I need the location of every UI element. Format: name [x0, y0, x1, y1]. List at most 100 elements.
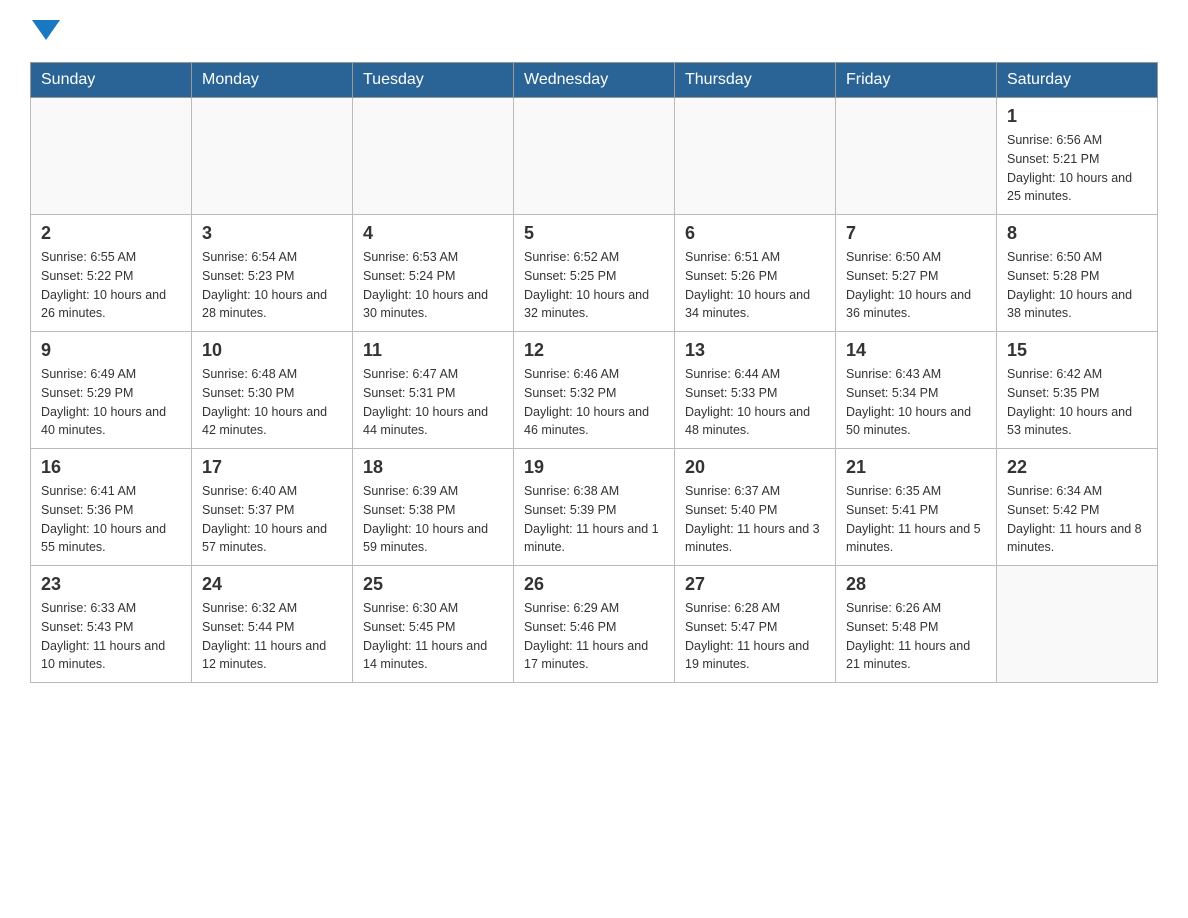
- calendar-cell: 22 Sunrise: 6:34 AM Sunset: 5:42 PM Dayli…: [997, 449, 1158, 566]
- day-info: Sunrise: 6:34 AM Sunset: 5:42 PM Dayligh…: [1007, 482, 1147, 557]
- calendar-cell: [353, 98, 514, 215]
- calendar-cell: 3 Sunrise: 6:54 AM Sunset: 5:23 PM Daylig…: [192, 215, 353, 332]
- day-info: Sunrise: 6:30 AM Sunset: 5:45 PM Dayligh…: [363, 599, 503, 674]
- day-number: 2: [41, 223, 181, 244]
- day-info: Sunrise: 6:52 AM Sunset: 5:25 PM Dayligh…: [524, 248, 664, 323]
- calendar-cell: 16 Sunrise: 6:41 AM Sunset: 5:36 PM Dayli…: [31, 449, 192, 566]
- day-number: 21: [846, 457, 986, 478]
- calendar-cell: [192, 98, 353, 215]
- day-number: 16: [41, 457, 181, 478]
- day-number: 14: [846, 340, 986, 361]
- day-info: Sunrise: 6:54 AM Sunset: 5:23 PM Dayligh…: [202, 248, 342, 323]
- weekday-header-thursday: Thursday: [675, 63, 836, 98]
- calendar-cell: 10 Sunrise: 6:48 AM Sunset: 5:30 PM Dayli…: [192, 332, 353, 449]
- weekday-header-tuesday: Tuesday: [353, 63, 514, 98]
- calendar-cell: [836, 98, 997, 215]
- calendar-cell: [514, 98, 675, 215]
- calendar-cell: 26 Sunrise: 6:29 AM Sunset: 5:46 PM Dayli…: [514, 566, 675, 683]
- weekday-header-friday: Friday: [836, 63, 997, 98]
- calendar-cell: 1Sunrise: 6:56 AM Sunset: 5:21 PM Daylig…: [997, 98, 1158, 215]
- calendar-cell: 2 Sunrise: 6:55 AM Sunset: 5:22 PM Daylig…: [31, 215, 192, 332]
- day-info: Sunrise: 6:42 AM Sunset: 5:35 PM Dayligh…: [1007, 365, 1147, 440]
- day-info: Sunrise: 6:50 AM Sunset: 5:27 PM Dayligh…: [846, 248, 986, 323]
- day-number: 6: [685, 223, 825, 244]
- day-number: 22: [1007, 457, 1147, 478]
- day-number: 20: [685, 457, 825, 478]
- calendar-cell: 28 Sunrise: 6:26 AM Sunset: 5:48 PM Dayli…: [836, 566, 997, 683]
- day-info: Sunrise: 6:50 AM Sunset: 5:28 PM Dayligh…: [1007, 248, 1147, 323]
- day-info: Sunrise: 6:40 AM Sunset: 5:37 PM Dayligh…: [202, 482, 342, 557]
- day-info: Sunrise: 6:38 AM Sunset: 5:39 PM Dayligh…: [524, 482, 664, 557]
- calendar-cell: 6 Sunrise: 6:51 AM Sunset: 5:26 PM Daylig…: [675, 215, 836, 332]
- day-info: Sunrise: 6:32 AM Sunset: 5:44 PM Dayligh…: [202, 599, 342, 674]
- day-number: 19: [524, 457, 664, 478]
- day-number: 17: [202, 457, 342, 478]
- day-number: 27: [685, 574, 825, 595]
- day-info: Sunrise: 6:48 AM Sunset: 5:30 PM Dayligh…: [202, 365, 342, 440]
- weekday-header-saturday: Saturday: [997, 63, 1158, 98]
- day-info: Sunrise: 6:44 AM Sunset: 5:33 PM Dayligh…: [685, 365, 825, 440]
- day-info: Sunrise: 6:49 AM Sunset: 5:29 PM Dayligh…: [41, 365, 181, 440]
- day-info: Sunrise: 6:39 AM Sunset: 5:38 PM Dayligh…: [363, 482, 503, 557]
- week-row-4: 23 Sunrise: 6:33 AM Sunset: 5:43 PM Dayli…: [31, 566, 1158, 683]
- weekday-header-sunday: Sunday: [31, 63, 192, 98]
- day-info: Sunrise: 6:37 AM Sunset: 5:40 PM Dayligh…: [685, 482, 825, 557]
- day-number: 18: [363, 457, 503, 478]
- logo-triangle-icon: [32, 20, 60, 40]
- day-info: Sunrise: 6:46 AM Sunset: 5:32 PM Dayligh…: [524, 365, 664, 440]
- day-number: 26: [524, 574, 664, 595]
- calendar-cell: 8 Sunrise: 6:50 AM Sunset: 5:28 PM Daylig…: [997, 215, 1158, 332]
- weekday-header-wednesday: Wednesday: [514, 63, 675, 98]
- day-info: Sunrise: 6:51 AM Sunset: 5:26 PM Dayligh…: [685, 248, 825, 323]
- day-info: Sunrise: 6:26 AM Sunset: 5:48 PM Dayligh…: [846, 599, 986, 674]
- weekday-header-monday: Monday: [192, 63, 353, 98]
- calendar-header-row: SundayMondayTuesdayWednesdayThursdayFrid…: [31, 63, 1158, 98]
- calendar-cell: 14Sunrise: 6:43 AM Sunset: 5:34 PM Dayli…: [836, 332, 997, 449]
- calendar-cell: 25 Sunrise: 6:30 AM Sunset: 5:45 PM Dayli…: [353, 566, 514, 683]
- day-info: Sunrise: 6:33 AM Sunset: 5:43 PM Dayligh…: [41, 599, 181, 674]
- day-number: 7: [846, 223, 986, 244]
- day-info: Sunrise: 6:29 AM Sunset: 5:46 PM Dayligh…: [524, 599, 664, 674]
- calendar-cell: 13 Sunrise: 6:44 AM Sunset: 5:33 PM Dayli…: [675, 332, 836, 449]
- calendar-cell: 21 Sunrise: 6:35 AM Sunset: 5:41 PM Dayli…: [836, 449, 997, 566]
- day-info: Sunrise: 6:35 AM Sunset: 5:41 PM Dayligh…: [846, 482, 986, 557]
- calendar-cell: [997, 566, 1158, 683]
- week-row-0: 1Sunrise: 6:56 AM Sunset: 5:21 PM Daylig…: [31, 98, 1158, 215]
- calendar-cell: [675, 98, 836, 215]
- calendar-cell: [31, 98, 192, 215]
- day-number: 10: [202, 340, 342, 361]
- day-number: 3: [202, 223, 342, 244]
- day-number: 15: [1007, 340, 1147, 361]
- day-info: Sunrise: 6:28 AM Sunset: 5:47 PM Dayligh…: [685, 599, 825, 674]
- calendar-cell: 27 Sunrise: 6:28 AM Sunset: 5:47 PM Dayli…: [675, 566, 836, 683]
- calendar-cell: 24Sunrise: 6:32 AM Sunset: 5:44 PM Dayli…: [192, 566, 353, 683]
- calendar-cell: 11 Sunrise: 6:47 AM Sunset: 5:31 PM Dayli…: [353, 332, 514, 449]
- calendar-cell: 4Sunrise: 6:53 AM Sunset: 5:24 PM Daylig…: [353, 215, 514, 332]
- day-number: 5: [524, 223, 664, 244]
- day-number: 23: [41, 574, 181, 595]
- calendar-cell: 5 Sunrise: 6:52 AM Sunset: 5:25 PM Daylig…: [514, 215, 675, 332]
- calendar-cell: 19 Sunrise: 6:38 AM Sunset: 5:39 PM Dayli…: [514, 449, 675, 566]
- day-info: Sunrise: 6:55 AM Sunset: 5:22 PM Dayligh…: [41, 248, 181, 323]
- calendar-cell: 9 Sunrise: 6:49 AM Sunset: 5:29 PM Daylig…: [31, 332, 192, 449]
- week-row-3: 16 Sunrise: 6:41 AM Sunset: 5:36 PM Dayli…: [31, 449, 1158, 566]
- day-number: 1: [1007, 106, 1147, 127]
- calendar-cell: 20 Sunrise: 6:37 AM Sunset: 5:40 PM Dayli…: [675, 449, 836, 566]
- day-info: Sunrise: 6:53 AM Sunset: 5:24 PM Dayligh…: [363, 248, 503, 323]
- day-number: 13: [685, 340, 825, 361]
- day-info: Sunrise: 6:41 AM Sunset: 5:36 PM Dayligh…: [41, 482, 181, 557]
- page-header: [30, 20, 1158, 42]
- day-number: 25: [363, 574, 503, 595]
- day-number: 9: [41, 340, 181, 361]
- day-number: 11: [363, 340, 503, 361]
- calendar-cell: 12Sunrise: 6:46 AM Sunset: 5:32 PM Dayli…: [514, 332, 675, 449]
- week-row-2: 9 Sunrise: 6:49 AM Sunset: 5:29 PM Daylig…: [31, 332, 1158, 449]
- day-number: 28: [846, 574, 986, 595]
- calendar-cell: 23 Sunrise: 6:33 AM Sunset: 5:43 PM Dayli…: [31, 566, 192, 683]
- calendar-table: SundayMondayTuesdayWednesdayThursdayFrid…: [30, 62, 1158, 683]
- day-info: Sunrise: 6:47 AM Sunset: 5:31 PM Dayligh…: [363, 365, 503, 440]
- calendar-cell: 18 Sunrise: 6:39 AM Sunset: 5:38 PM Dayli…: [353, 449, 514, 566]
- day-number: 8: [1007, 223, 1147, 244]
- week-row-1: 2 Sunrise: 6:55 AM Sunset: 5:22 PM Daylig…: [31, 215, 1158, 332]
- calendar-cell: 17 Sunrise: 6:40 AM Sunset: 5:37 PM Dayli…: [192, 449, 353, 566]
